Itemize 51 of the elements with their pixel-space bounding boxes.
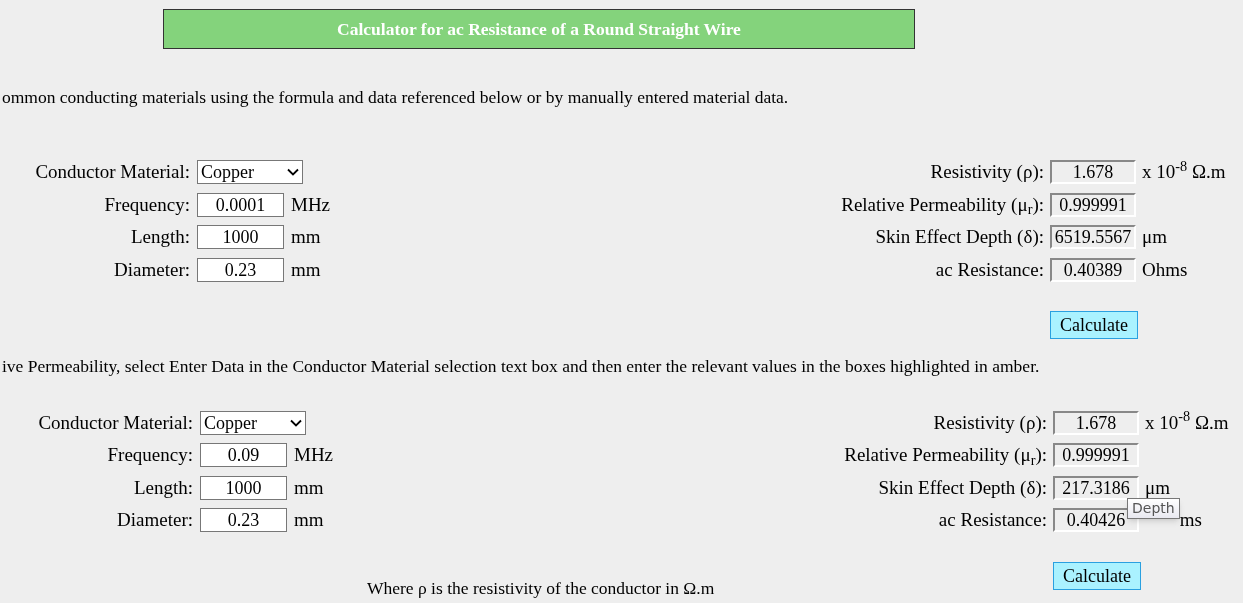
field-label: Diameter: [113, 257, 190, 282]
unit-label: mm [291, 225, 322, 249]
field-label: Frequency: [103, 192, 190, 217]
unit-label: mm [291, 257, 322, 282]
field-label: Diameter: [116, 508, 193, 532]
chevron-down-icon [287, 168, 299, 176]
output-field: 0.999991 [1053, 443, 1139, 467]
material-select[interactable]: Copper [200, 410, 306, 435]
output-field: 6519.5567 [1050, 225, 1136, 249]
unit-label: mm [294, 475, 325, 500]
field-label: Length: [129, 225, 190, 249]
unit-label: MHz [291, 192, 332, 217]
unit-label: x 10$^{-8}$ Ω.m [1142, 160, 1226, 184]
formula-note: Where ρ is the resistivity of the conductor in Ω.m [367, 579, 715, 597]
calculate-button[interactable]: Calculate [1053, 561, 1141, 590]
unit-label: Ohms [1142, 257, 1188, 282]
input-field[interactable]: 1000 [197, 225, 284, 249]
title-text: Calculator for ac Resistance of a Round Straight Wire [337, 17, 741, 41]
field-label: Length: [132, 475, 193, 500]
output-label: Skin Effect Depth (δ): [874, 225, 1044, 249]
output-field: 1.678 [1050, 160, 1136, 184]
field-label: Frequency: [106, 443, 193, 467]
output-field: 217.3186 [1053, 475, 1139, 500]
input-field[interactable]: 0.23 [200, 508, 287, 532]
output-label: Relative Permeability (μ$_{r}$): [843, 443, 1047, 470]
unit-label: mm [294, 508, 325, 532]
field-label: Conductor Material: [37, 410, 193, 435]
instruction-text: ive Permeability, select Enter Data in the Conductor Material selection text box and then enter the relevant values in the boxes highlighted in amber. [1, 355, 1041, 376]
chevron-down-icon [290, 418, 302, 427]
output-label: ac Resistance: [934, 257, 1044, 282]
intro-text: ommon conducting materials using the formula and data referenced below or by manually entered material data. [1, 87, 790, 107]
material-select[interactable]: Copper [197, 160, 303, 184]
input-field[interactable]: 0.23 [197, 257, 284, 282]
unit-label: μm [1142, 225, 1167, 249]
field-label: Conductor Material: [34, 160, 190, 184]
input-field[interactable]: 0.09 [200, 443, 287, 467]
unit-label: x 10$^{-8}$ Ω.m [1145, 410, 1229, 435]
calculate-button[interactable]: Calculate [1050, 311, 1138, 339]
output-field: 0.40389 [1050, 257, 1136, 282]
output-field: 1.678 [1053, 410, 1139, 435]
input-field[interactable]: 0.0001 [197, 192, 284, 217]
output-label: Skin Effect Depth (δ): [877, 475, 1047, 500]
output-field: 0.999991 [1050, 192, 1136, 217]
output-label: Resistivity (ρ): [929, 160, 1044, 184]
output-label: ac Resistance: [937, 508, 1047, 532]
output-label: Resistivity (ρ): [932, 410, 1047, 435]
unit-label: μm [1145, 475, 1170, 500]
unit-label: ms [1179, 508, 1202, 532]
unit-label: MHz [294, 443, 335, 467]
output-label: Relative Permeability (μ$_{r}$): [840, 192, 1044, 220]
input-field[interactable]: 1000 [200, 475, 287, 500]
